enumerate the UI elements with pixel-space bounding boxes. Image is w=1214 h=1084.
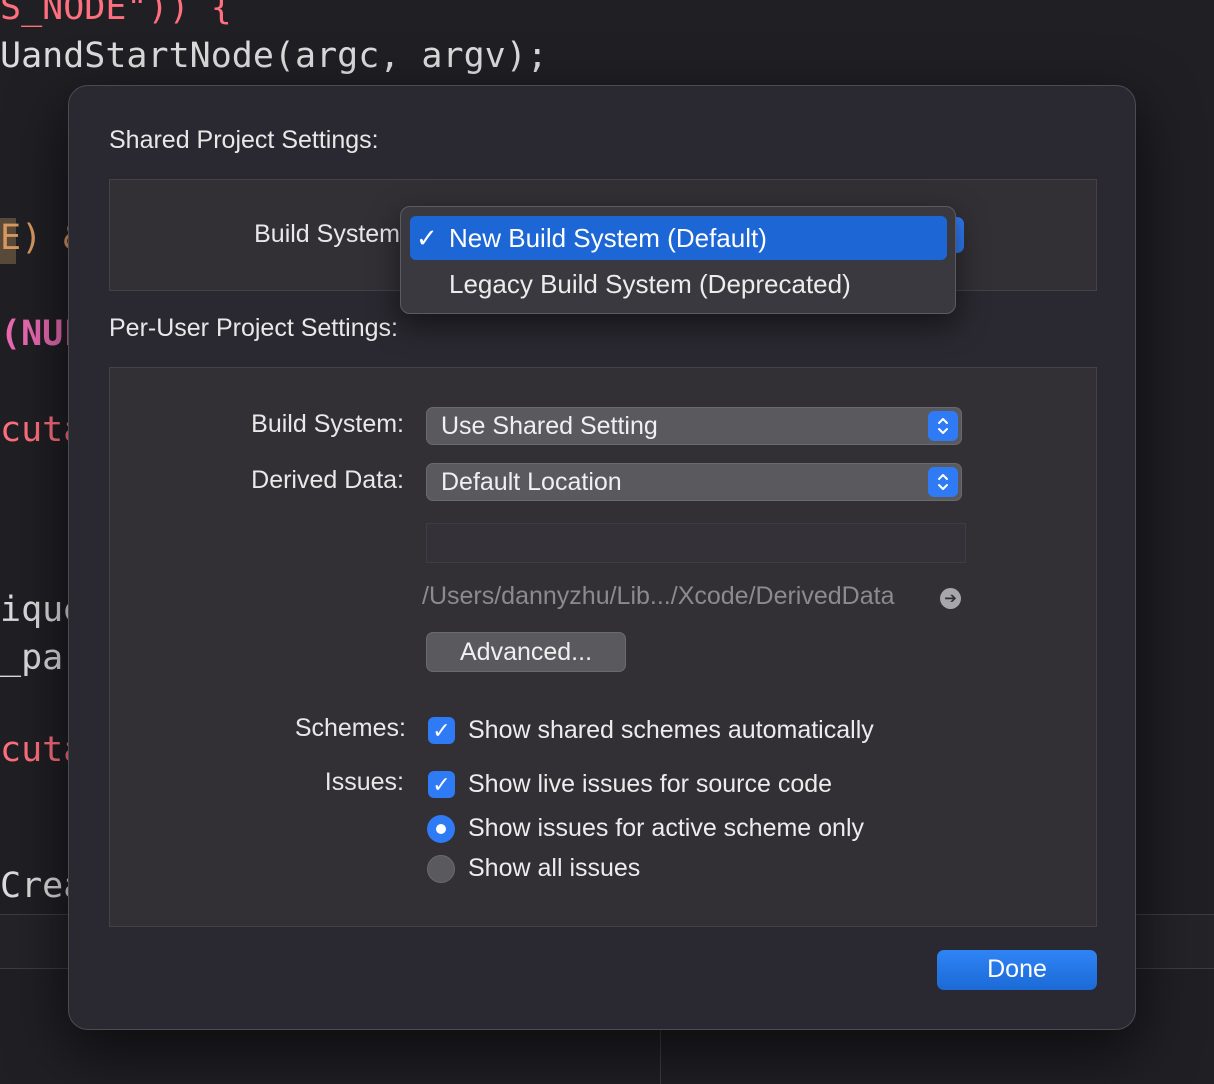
per-user-settings-group: Build System: Use Shared Setting Derived… <box>109 367 1097 927</box>
live-issues-checkbox[interactable]: ✓ <box>428 771 455 798</box>
live-issues-option-label: Show live issues for source code <box>468 770 833 798</box>
shared-settings-title: Shared Project Settings: <box>109 126 379 154</box>
menu-item-label: Legacy Build System (Deprecated) <box>449 269 851 299</box>
per-user-settings-title: Per-User Project Settings: <box>109 314 398 342</box>
schemes-option-label: Show shared schemes automatically <box>468 716 874 744</box>
code-line: _pa <box>0 638 64 678</box>
issues-label: Issues: <box>324 768 404 796</box>
done-button[interactable]: Done <box>937 950 1097 990</box>
active-scheme-radio[interactable] <box>427 815 455 843</box>
active-scheme-option-label: Show issues for active scheme only <box>468 814 865 842</box>
derived-data-label: Derived Data: <box>251 466 404 494</box>
schemes-checkbox[interactable]: ✓ <box>428 717 455 744</box>
divider <box>660 1028 661 1084</box>
menu-item-new-build-system[interactable]: ✓ New Build System (Default) <box>410 216 947 260</box>
code-line: UandStartNode(argc, argv); <box>0 36 548 76</box>
derived-data-path: /Users/dannyzhu/Lib.../Xcode/DerivedData <box>422 582 895 610</box>
reveal-in-finder-arrow-icon[interactable]: ➔ <box>940 588 961 609</box>
build-system-popup[interactable]: Use Shared Setting <box>426 407 962 445</box>
shared-build-system-label: Build System <box>254 220 400 248</box>
menu-item-legacy-build-system[interactable]: Legacy Build System (Deprecated) <box>410 262 947 306</box>
menu-item-label: New Build System (Default) <box>449 223 767 253</box>
checkmark-icon: ✓ <box>416 223 438 253</box>
advanced-button[interactable]: Advanced... <box>426 632 626 672</box>
code-line: S_NODE")) { <box>0 0 232 28</box>
schemes-label: Schemes: <box>294 714 406 742</box>
chevron-updown-icon <box>928 411 958 441</box>
derived-data-value: Default Location <box>441 468 622 496</box>
build-system-dropdown-menu: ✓ New Build System (Default) Legacy Buil… <box>400 206 956 314</box>
all-issues-radio[interactable] <box>427 855 455 883</box>
build-system-label: Build System: <box>251 410 404 438</box>
all-issues-option-label: Show all issues <box>468 854 641 882</box>
derived-data-popup[interactable]: Default Location <box>426 463 962 501</box>
custom-location-field <box>426 523 966 563</box>
build-system-value: Use Shared Setting <box>441 412 658 440</box>
chevron-updown-icon <box>928 467 958 497</box>
